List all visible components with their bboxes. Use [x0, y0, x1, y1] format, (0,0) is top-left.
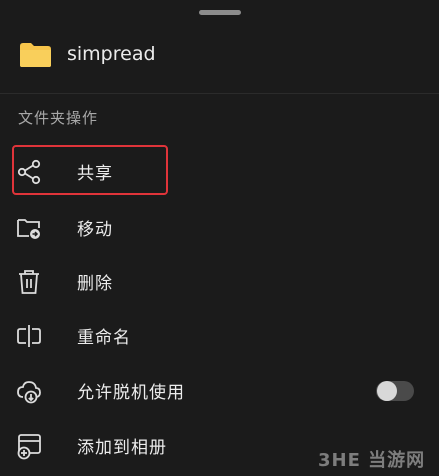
- menu-item-offline[interactable]: 允许脱机使用: [0, 363, 439, 417]
- highlight-box: [12, 145, 168, 195]
- divider: [0, 93, 439, 94]
- folder-header: simpread: [0, 30, 439, 80]
- drag-handle[interactable]: [199, 10, 241, 15]
- folder-icon: [20, 43, 51, 67]
- trash-icon: [19, 270, 39, 294]
- menu-item-label: 移动: [77, 220, 113, 240]
- rename-icon: [17, 325, 41, 347]
- offline-toggle[interactable]: [376, 381, 414, 401]
- menu-item-label: 添加到相册: [77, 438, 167, 458]
- section-title: 文件夹操作: [18, 109, 99, 127]
- menu-item-move[interactable]: 移动: [0, 200, 439, 254]
- folder-name: simpread: [67, 43, 156, 65]
- watermark: 3HE 当游网: [318, 450, 426, 471]
- cloud-download-icon: [17, 381, 41, 404]
- menu-item-delete[interactable]: 删除: [0, 254, 439, 308]
- add-album-icon: [17, 434, 41, 460]
- menu-item-label: 允许脱机使用: [77, 383, 185, 403]
- menu-item-label: 重命名: [77, 328, 131, 348]
- move-folder-icon: [17, 219, 40, 239]
- menu-item-rename[interactable]: 重命名: [0, 308, 439, 362]
- menu-item-label: 删除: [77, 274, 113, 294]
- toggle-knob: [377, 381, 397, 401]
